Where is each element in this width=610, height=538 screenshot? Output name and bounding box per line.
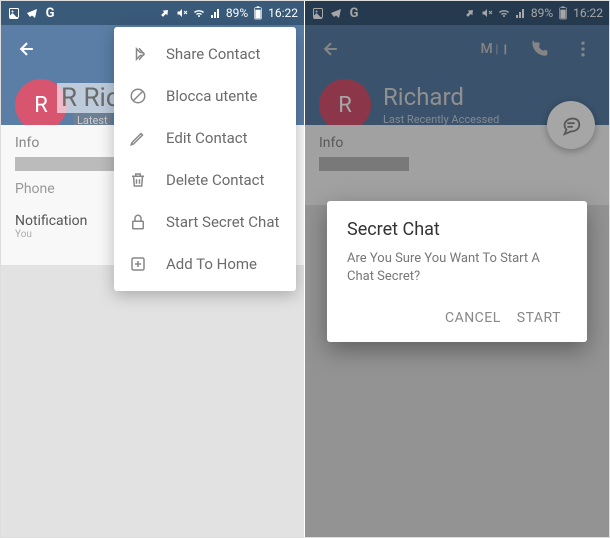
avatar[interactable]: R — [319, 79, 371, 131]
menu-start-secret-chat[interactable]: Start Secret Chat — [114, 201, 296, 243]
back-button[interactable] — [313, 31, 349, 67]
signal-icon — [209, 6, 223, 20]
mute-icon — [175, 6, 189, 20]
avatar-letter: R — [338, 93, 352, 118]
empty-area — [1, 265, 304, 537]
menu-label: Start Secret Chat — [166, 213, 279, 231]
menu-label: Delete Contact — [166, 171, 264, 189]
mute-action[interactable]: M❘❙ — [477, 31, 513, 67]
menu-share-contact[interactable]: Share Contact — [114, 33, 296, 75]
image-icon — [7, 6, 21, 20]
menu-edit-contact[interactable]: Edit Contact — [114, 117, 296, 159]
cancel-button[interactable]: CANCEL — [439, 304, 507, 332]
wifi-icon — [192, 6, 206, 20]
redacted-bar — [319, 157, 409, 171]
secret-chat-dialog: Secret Chat Are You Sure You Want To Sta… — [327, 201, 587, 342]
statusbar: G 89% 16:22 — [305, 1, 609, 25]
statusbar: G 89% 16:22 — [1, 1, 304, 25]
add-home-icon — [128, 254, 148, 274]
menu-label: Blocca utente — [166, 87, 257, 105]
context-menu: Share Contact Blocca utente Edit Contact… — [114, 27, 296, 291]
avatar-letter: R — [34, 93, 48, 118]
g-icon: G — [347, 6, 361, 20]
block-icon — [128, 86, 148, 106]
menu-label: Add To Home — [166, 255, 257, 273]
screen-right: G 89% 16:22 M❘❙ — [305, 1, 609, 537]
menu-delete-contact[interactable]: Delete Contact — [114, 159, 296, 201]
wifi-icon — [497, 6, 511, 20]
menu-add-to-home[interactable]: Add To Home — [114, 243, 296, 285]
location-icon — [158, 6, 172, 20]
trash-icon — [128, 170, 148, 190]
lock-icon — [128, 212, 148, 232]
message-fab[interactable] — [547, 101, 595, 149]
more-button[interactable] — [565, 31, 601, 67]
menu-block-user[interactable]: Blocca utente — [114, 75, 296, 117]
start-button[interactable]: START — [511, 304, 567, 332]
telegram-icon — [329, 6, 343, 20]
redacted-bar — [15, 157, 115, 171]
screen-left: G 89% 16:22 R R Ricca Latest — [1, 1, 305, 537]
menu-label: Edit Contact — [166, 129, 248, 147]
signal-icon — [514, 6, 528, 20]
edit-icon — [128, 128, 148, 148]
g-icon: G — [43, 6, 57, 20]
time-text: 16:22 — [268, 6, 298, 20]
dialog-title: Secret Chat — [347, 219, 567, 240]
telegram-icon — [25, 6, 39, 20]
contact-name: Richard — [383, 83, 464, 111]
mute-icon — [480, 6, 494, 20]
battery-text: 89% — [531, 6, 553, 20]
battery-text: 89% — [226, 6, 248, 20]
share-icon — [128, 44, 148, 64]
back-button[interactable] — [9, 31, 45, 67]
menu-label: Share Contact — [166, 45, 260, 63]
image-icon — [311, 6, 325, 20]
battery-icon — [556, 6, 570, 20]
battery-icon — [251, 6, 265, 20]
time-text: 16:22 — [573, 6, 603, 20]
location-icon — [463, 6, 477, 20]
dialog-text: Are You Sure You Want To Start A Chat Se… — [347, 250, 567, 286]
call-button[interactable] — [521, 31, 557, 67]
